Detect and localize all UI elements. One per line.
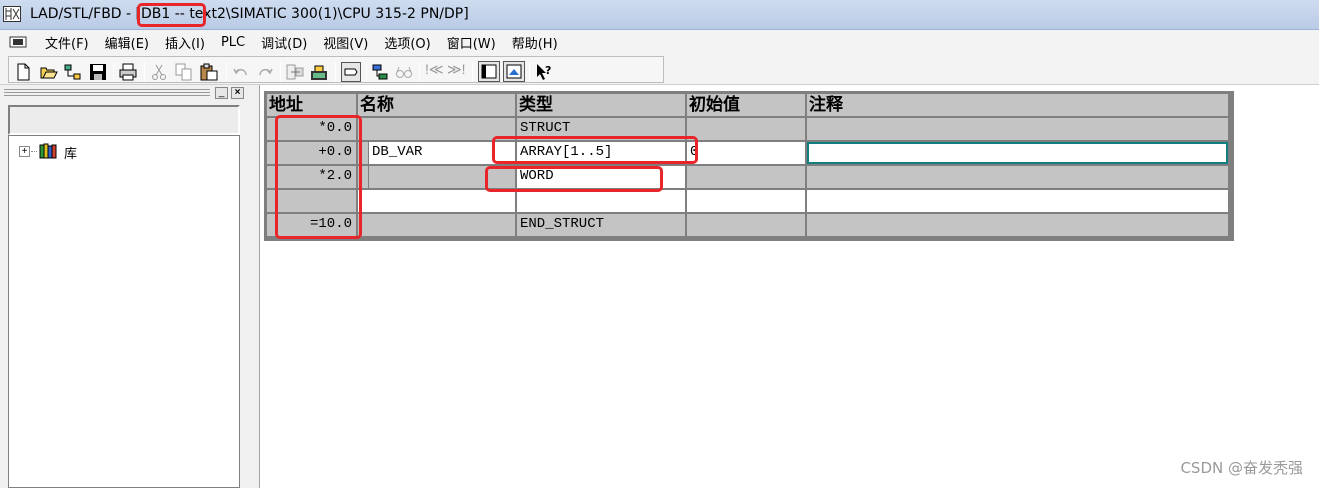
- declaration-view-icon[interactable]: [341, 62, 361, 82]
- print-icon[interactable]: [119, 63, 137, 81]
- tree-item-library[interactable]: 库: [64, 143, 77, 162]
- expand-icon[interactable]: +: [19, 146, 30, 157]
- menu-edit[interactable]: 编辑(E): [97, 33, 157, 52]
- menu-plc[interactable]: PLC: [213, 35, 253, 50]
- panel-header: [8, 105, 240, 135]
- document-menu-icon[interactable]: [9, 35, 27, 49]
- annotation-box-array-type: [492, 136, 698, 164]
- toolbar-separator: [280, 62, 281, 82]
- cell-name[interactable]: [358, 214, 515, 236]
- declaration-table: 地址 名称 类型 初始值 注释 *0.0 STRUCT +0.0 DB_VAR …: [264, 91, 1234, 241]
- column-header-address[interactable]: 地址: [267, 94, 356, 116]
- menu-view[interactable]: 视图(V): [315, 33, 376, 52]
- toolbar-separator: [335, 62, 336, 82]
- library-panel: _ × + 库: [0, 85, 260, 488]
- cell-initial-value[interactable]: [687, 118, 805, 140]
- toolbar-separator: [144, 62, 145, 82]
- cell-comment[interactable]: [807, 166, 1228, 188]
- column-header-type[interactable]: 类型: [517, 94, 685, 116]
- menu-insert[interactable]: 插入(I): [157, 33, 213, 52]
- cell-name[interactable]: [358, 118, 515, 140]
- annotation-box-db-title: [137, 3, 206, 27]
- cell-initial-value[interactable]: 0: [687, 142, 805, 164]
- annotation-box-word-type: [485, 166, 663, 192]
- accessible-nodes-icon[interactable]: [64, 63, 82, 81]
- cell-comment[interactable]: [807, 190, 1228, 212]
- cell-initial-value[interactable]: [687, 190, 805, 212]
- watermark: CSDN @奋发秃强: [1180, 459, 1303, 477]
- window-title: LAD/STL/FBD - [DB1 -- text2\SIMATIC 300(…: [30, 6, 469, 22]
- paste-icon[interactable]: [200, 63, 218, 81]
- toolbar-separator: [472, 62, 473, 82]
- menu-options[interactable]: 选项(O): [376, 33, 438, 52]
- undo-icon[interactable]: [232, 63, 250, 81]
- close-icon[interactable]: ×: [231, 87, 244, 99]
- column-header-initial-value[interactable]: 初始值: [687, 94, 805, 116]
- open-icon[interactable]: [40, 63, 58, 81]
- monitor-icon[interactable]: [310, 63, 328, 81]
- next-button[interactable]: ≫!: [447, 61, 466, 78]
- restore-icon[interactable]: _: [215, 87, 228, 99]
- glasses-icon[interactable]: [395, 63, 413, 81]
- column-header-comment[interactable]: 注释: [807, 94, 1228, 116]
- cell-comment[interactable]: [807, 214, 1228, 236]
- copy-icon[interactable]: [175, 63, 193, 81]
- toolbar-separator: [529, 62, 530, 82]
- tree-connector: [31, 151, 37, 152]
- column-header-name[interactable]: 名称: [358, 94, 515, 116]
- data-view-icon[interactable]: [478, 61, 500, 82]
- cell-comment[interactable]: [807, 118, 1228, 140]
- library-tree: + 库: [8, 135, 240, 488]
- menu-file[interactable]: 文件(F): [37, 33, 97, 52]
- menu-help[interactable]: 帮助(H): [504, 33, 566, 52]
- toolbar-separator: [113, 62, 114, 82]
- overview-icon[interactable]: [503, 61, 525, 82]
- network-icon[interactable]: [371, 63, 389, 81]
- cell-initial-value[interactable]: [687, 214, 805, 236]
- ladder-app-icon: [3, 6, 21, 22]
- panel-grip[interactable]: [4, 89, 210, 96]
- menu-window[interactable]: 窗口(W): [439, 33, 504, 52]
- toolbar-separator: [366, 62, 367, 82]
- menu-debug[interactable]: 调试(D): [253, 33, 315, 52]
- cell-type[interactable]: [517, 190, 685, 212]
- toolbar: !≪ ≫! ?: [0, 54, 1319, 85]
- cell-initial-value[interactable]: [687, 166, 805, 188]
- cell-name[interactable]: [358, 190, 515, 212]
- toolbar-strip: !≪ ≫! ?: [8, 56, 664, 83]
- menu-bar: 文件(F) 编辑(E) 插入(I) PLC 调试(D) 视图(V) 选项(O) …: [0, 30, 1319, 54]
- cell-type[interactable]: END_STRUCT: [517, 214, 685, 236]
- toolbar-separator: [226, 62, 227, 82]
- cell-comment-focused[interactable]: [807, 142, 1228, 164]
- help-icon[interactable]: ?: [535, 63, 553, 81]
- library-books-icon: [39, 143, 57, 159]
- redo-icon[interactable]: [256, 63, 274, 81]
- load-icon[interactable]: [286, 63, 304, 81]
- previous-button[interactable]: !≪: [425, 61, 444, 78]
- toolbar-separator: [419, 62, 420, 82]
- cut-icon[interactable]: [150, 63, 168, 81]
- new-icon[interactable]: [14, 63, 32, 81]
- annotation-box-address-column: [275, 115, 362, 239]
- save-icon[interactable]: [89, 63, 107, 81]
- svg-text:?: ?: [545, 64, 551, 77]
